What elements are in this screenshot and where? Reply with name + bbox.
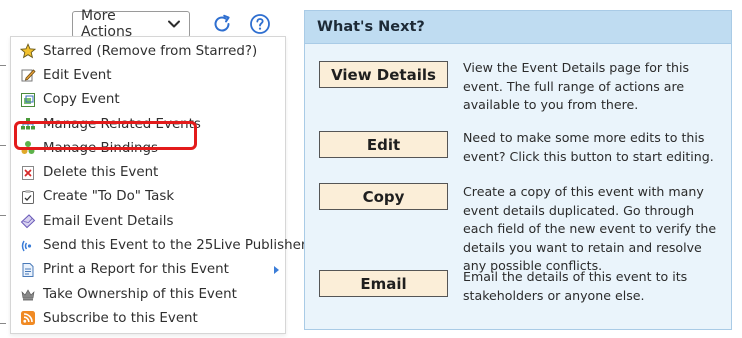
edit-description: Need to make some more edits to this eve… [463,130,714,164]
menu-item-starred[interactable]: Starred (Remove from Starred?) [11,39,285,63]
chevron-down-icon [167,17,181,31]
menu-item-label: Manage Bindings [43,140,159,156]
divider [0,215,6,216]
menu-item-edit-event[interactable]: Edit Event [11,63,285,87]
refresh-icon[interactable] [210,12,234,36]
menu-item-label: Delete this Event [43,165,159,181]
menu-item-label: Send this Event to the 25Live Publisher [43,238,307,254]
todo-icon [20,189,36,205]
report-icon [20,262,36,278]
menu-item-copy-event[interactable]: Copy Event [11,88,285,112]
menu-item-delete-event[interactable]: Delete this Event [11,160,285,184]
menu-item-label: Email Event Details [43,213,174,229]
divider [0,65,6,66]
menu-item-subscribe[interactable]: Subscribe to this Event [11,306,285,330]
menu-item-label: Manage Related Events [43,116,201,132]
menu-item-label: Print a Report for this Event [43,262,229,278]
delete-icon [20,165,36,181]
divider [0,145,6,146]
menu-item-manage-related-events[interactable]: Manage Related Events [11,112,285,136]
submenu-arrow-icon [274,265,279,274]
menu-item-create-todo-task[interactable]: Create "To Do" Task [11,185,285,209]
edit-button[interactable]: Edit [319,131,448,158]
publisher-icon [20,238,36,254]
menu-item-print-report[interactable]: Print a Report for this Event [11,258,285,282]
menu-item-label: Starred (Remove from Starred?) [43,43,258,59]
more-actions-menu: Starred (Remove from Starred?) Edit Even… [10,36,306,334]
menu-item-email-event-details[interactable]: Email Event Details [11,209,285,233]
actions-area: More Actions Starred (Remove from Starre… [0,0,306,338]
menu-item-label: Subscribe to this Event [43,310,198,326]
view-details-description: View the Event Details page for this eve… [463,60,690,112]
email-description: Email the details of this event to its s… [463,269,688,303]
related-events-icon [20,116,36,132]
rss-icon [20,310,36,326]
copy-description: Create a copy of this event with many ev… [463,184,717,273]
menu-item-manage-bindings[interactable]: Manage Bindings [11,136,285,160]
edit-icon [20,67,36,83]
view-details-button[interactable]: View Details [319,61,448,88]
menu-item-take-ownership[interactable]: Take Ownership of this Event [11,282,285,306]
more-actions-dropdown[interactable]: More Actions [72,8,190,40]
menu-item-label: Take Ownership of this Event [43,286,237,302]
menu-item-label: Edit Event [43,67,112,83]
ownership-icon [20,286,36,302]
email-icon [20,213,36,229]
copy-icon [20,92,36,108]
star-icon [20,43,36,59]
whats-next-panel: What's Next? View Details View the Event… [304,10,732,330]
email-button[interactable]: Email [319,270,448,297]
help-icon[interactable] [248,12,272,36]
event-toolbar: More Actions [72,8,272,40]
menu-item-send-to-publisher[interactable]: Send this Event to the 25Live Publisher [11,233,306,257]
divider [0,323,6,324]
copy-button[interactable]: Copy [319,183,448,210]
menu-item-label: Copy Event [43,92,120,108]
bindings-icon [20,140,36,156]
menu-item-label: Create "To Do" Task [43,189,175,205]
panel-title: What's Next? [305,11,731,44]
